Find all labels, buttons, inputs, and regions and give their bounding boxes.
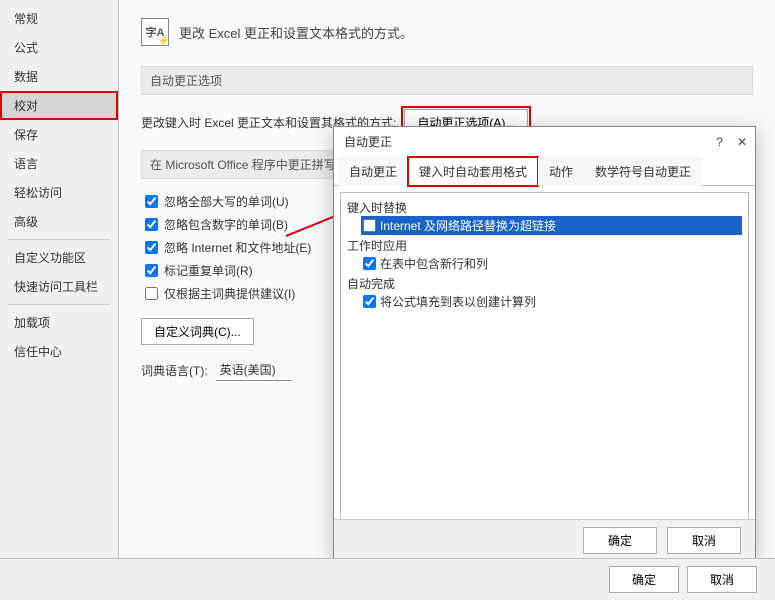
dialog-close-button[interactable]: ✕	[737, 135, 747, 149]
page-title: 更改 Excel 更正和设置文本格式的方式。	[179, 23, 413, 42]
autocorrect-dialog: 自动更正 ? ✕ 自动更正 键入时自动套用格式 动作 数学符号自动更正 键入时替…	[333, 126, 756, 562]
dictionary-language-select[interactable]: 英语(美国)	[216, 359, 292, 381]
tab-autocorrect[interactable]: 自动更正	[338, 157, 408, 186]
sidebar-item-trust-center[interactable]: 信任中心	[0, 337, 118, 366]
sidebar-separator	[8, 304, 110, 305]
dialog-tabs: 自动更正 键入时自动套用格式 动作 数学符号自动更正	[334, 156, 755, 186]
dialog-cancel-button[interactable]: 取消	[667, 527, 741, 554]
dictionary-language-label: 词典语言(T):	[141, 362, 208, 379]
options-cancel-button[interactable]: 取消	[687, 566, 757, 593]
sidebar-item-qat[interactable]: 快速访问工具栏	[0, 272, 118, 301]
sidebar-item-ease-of-access[interactable]: 轻松访问	[0, 178, 118, 207]
check-flag-repeated-box[interactable]	[145, 264, 158, 277]
options-ok-button[interactable]: 确定	[609, 566, 679, 593]
dialog-body: 键入时替换 Internet 及网络路径替换为超链接 工作时应用 在表中包含新行…	[334, 186, 755, 519]
option-fill-formulas-tables-checkbox[interactable]	[363, 295, 376, 308]
options-footer: 确定 取消	[0, 558, 775, 600]
group-auto-complete: 自动完成	[347, 275, 742, 292]
check-ignore-internet-label: 忽略 Internet 和文件地址(E)	[164, 239, 311, 256]
check-ignore-uppercase-box[interactable]	[145, 195, 158, 208]
sidebar-item-formulas[interactable]: 公式	[0, 33, 118, 62]
sidebar-item-language[interactable]: 语言	[0, 149, 118, 178]
option-include-new-rows-cols-label: 在表中包含新行和列	[380, 255, 488, 272]
group-replace-as-you-type: 键入时替换	[347, 199, 742, 216]
option-internet-paths-hyperlinks-checkbox[interactable]	[363, 219, 376, 232]
custom-dictionaries-button[interactable]: 自定义词典(C)...	[141, 318, 254, 345]
dialog-titlebar: 自动更正 ? ✕	[334, 127, 755, 156]
check-ignore-numbers-label: 忽略包含数字的单词(B)	[164, 216, 288, 233]
check-main-dict-only-label: 仅根据主词典提供建议(I)	[164, 285, 295, 302]
tab-math-autocorrect[interactable]: 数学符号自动更正	[584, 157, 702, 186]
dialog-title: 自动更正	[344, 133, 392, 150]
group-apply-as-you-work: 工作时应用	[347, 237, 742, 254]
option-fill-formulas-tables-label: 将公式填充到表以创建计算列	[380, 293, 536, 310]
proofing-icon: 字A⚡	[141, 18, 169, 46]
dialog-help-button[interactable]: ?	[716, 135, 723, 149]
options-sidebar: 常规 公式 数据 校对 保存 语言 轻松访问 高级 自定义功能区 快速访问工具栏…	[0, 0, 119, 600]
sidebar-item-customize-ribbon[interactable]: 自定义功能区	[0, 243, 118, 272]
check-ignore-uppercase-label: 忽略全部大写的单词(U)	[164, 193, 289, 210]
dialog-footer: 确定 取消	[334, 519, 755, 561]
option-include-new-rows-cols[interactable]: 在表中包含新行和列	[361, 254, 742, 273]
tab-actions[interactable]: 动作	[538, 157, 584, 186]
autoformat-options-tree: 键入时替换 Internet 及网络路径替换为超链接 工作时应用 在表中包含新行…	[340, 192, 749, 519]
sidebar-item-data[interactable]: 数据	[0, 62, 118, 91]
option-include-new-rows-cols-checkbox[interactable]	[363, 257, 376, 270]
check-main-dict-only-box[interactable]	[145, 287, 158, 300]
sidebar-item-general[interactable]: 常规	[0, 4, 118, 33]
tab-autoformat-as-you-type[interactable]: 键入时自动套用格式	[408, 157, 538, 186]
section-autocorrect-options: 自动更正选项	[141, 66, 753, 95]
option-fill-formulas-tables[interactable]: 将公式填充到表以创建计算列	[361, 292, 742, 311]
sidebar-item-save[interactable]: 保存	[0, 120, 118, 149]
option-internet-paths-hyperlinks[interactable]: Internet 及网络路径替换为超链接	[361, 216, 742, 235]
dialog-ok-button[interactable]: 确定	[583, 527, 657, 554]
option-internet-paths-hyperlinks-label: Internet 及网络路径替换为超链接	[380, 217, 556, 234]
sidebar-item-advanced[interactable]: 高级	[0, 207, 118, 236]
sidebar-item-addins[interactable]: 加载项	[0, 308, 118, 337]
sidebar-item-proofing[interactable]: 校对	[0, 91, 118, 120]
check-flag-repeated-label: 标记重复单词(R)	[164, 262, 253, 279]
check-ignore-internet-box[interactable]	[145, 241, 158, 254]
check-ignore-numbers-box[interactable]	[145, 218, 158, 231]
sidebar-separator	[8, 239, 110, 240]
